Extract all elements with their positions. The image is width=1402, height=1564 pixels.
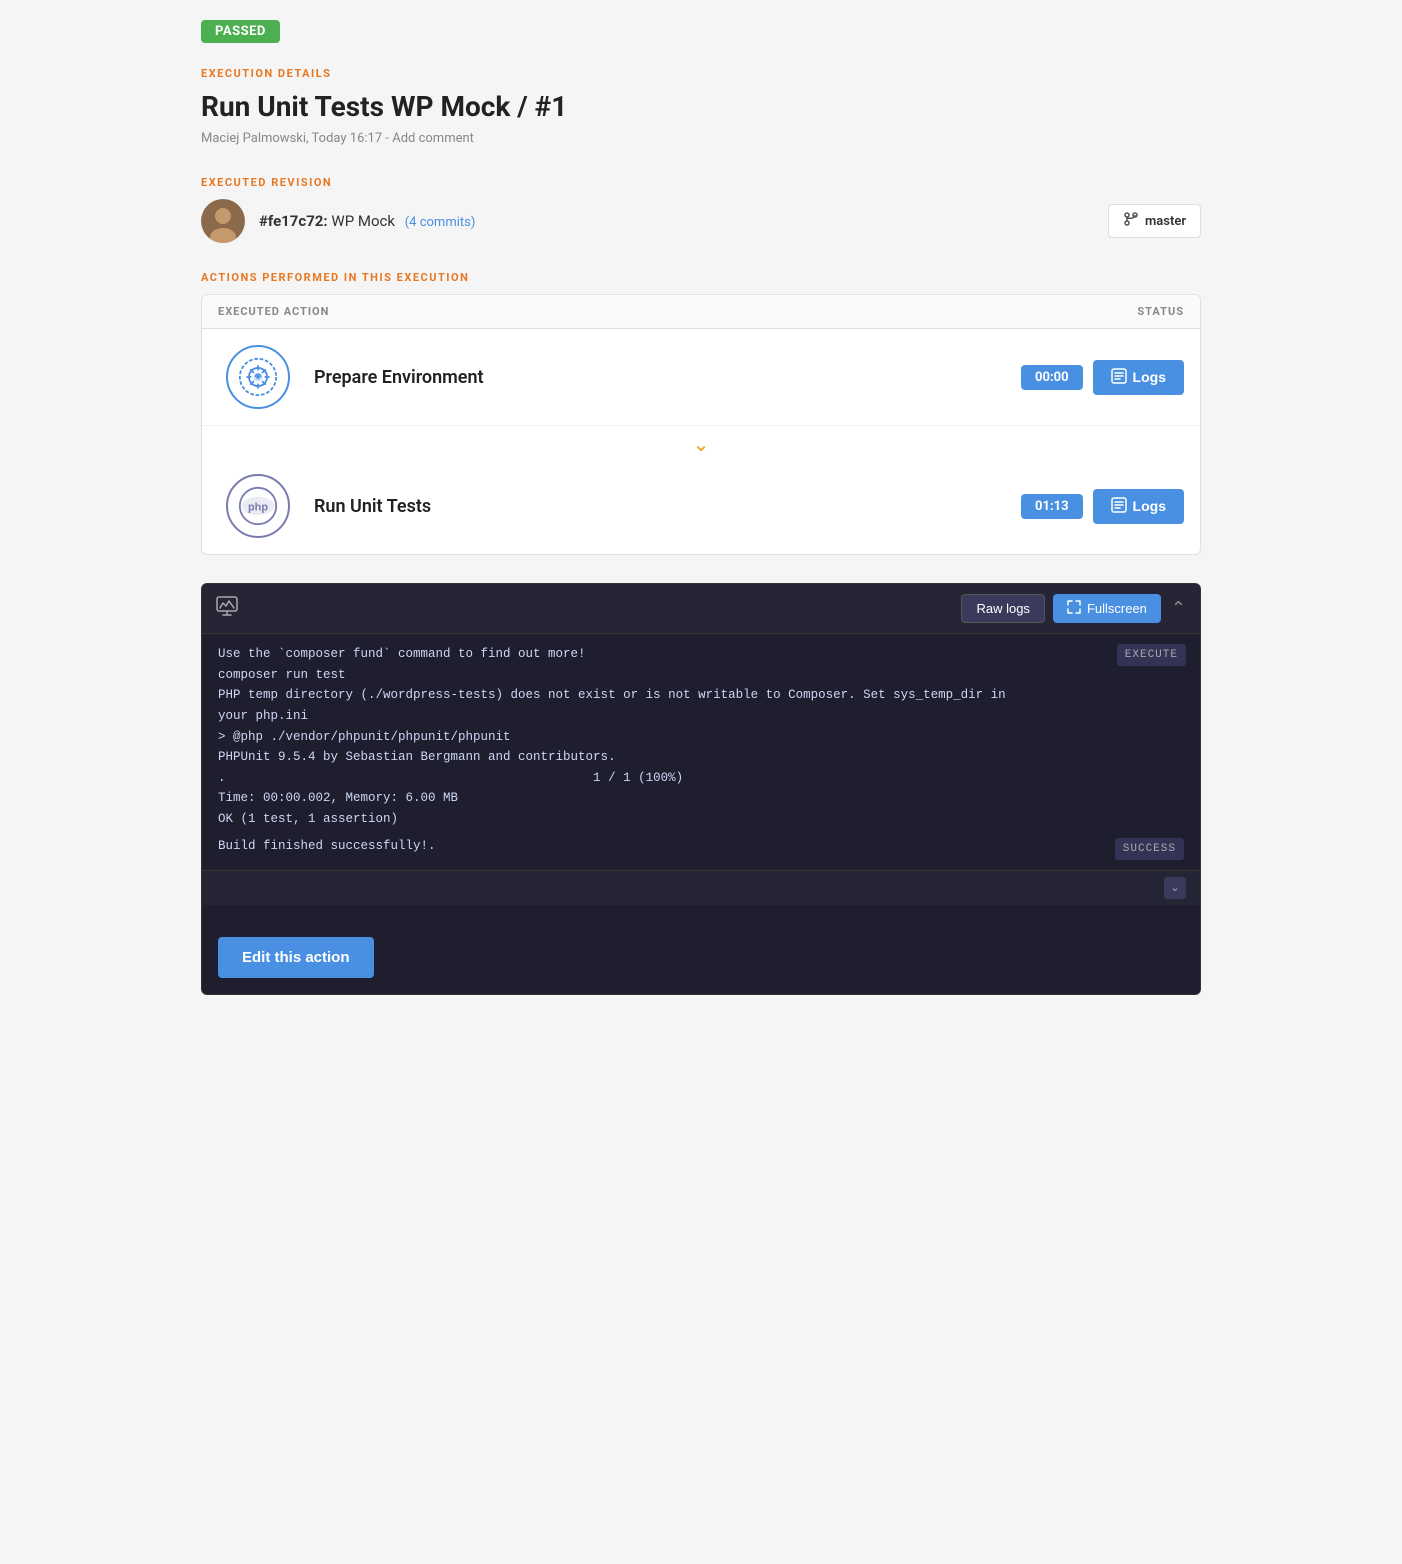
- logs-icon: [1111, 497, 1127, 516]
- revision-info: #fe17c72: WP Mock (4 commits): [259, 212, 1108, 230]
- log-body: EXECUTE Use the `composer fund` command …: [202, 634, 1200, 870]
- revision-name: WP Mock: [331, 212, 395, 230]
- logs-icon: [1111, 368, 1127, 387]
- action-icon-wrap: php: [218, 474, 298, 538]
- logs-button[interactable]: Logs: [1093, 360, 1184, 395]
- log-monitor-icon: [216, 595, 238, 622]
- fullscreen-icon: [1067, 600, 1081, 617]
- actions-label: ACTIONS PERFORMED IN THIS EXECUTION: [201, 271, 1201, 284]
- page-meta-author: Maciej Palmowski, Today 16:17: [201, 131, 382, 146]
- action-name: Run Unit Tests: [298, 496, 1021, 517]
- col-action-label: EXECUTED ACTION: [218, 305, 984, 318]
- log-line: PHP temp directory (./wordpress-tests) d…: [218, 688, 1006, 723]
- edit-action-button[interactable]: Edit this action: [218, 937, 374, 978]
- table-row: Prepare Environment 00:00 Logs: [202, 329, 1200, 426]
- log-panel-header: Raw logs Fullscreen ⌃: [202, 584, 1200, 634]
- add-comment-link[interactable]: Add comment: [392, 131, 474, 146]
- logs-btn-label: Logs: [1133, 369, 1166, 385]
- chevron-down-icon: ⌄: [693, 434, 710, 454]
- log-line: Use the `composer fund` command to find …: [218, 647, 586, 661]
- time-badge: 01:13: [1021, 494, 1083, 519]
- fullscreen-button[interactable]: Fullscreen: [1053, 594, 1161, 623]
- execute-tag: EXECUTE: [1117, 644, 1186, 666]
- log-line: PHPUnit 9.5.4 by Sebastian Bergmann and …: [218, 750, 616, 764]
- page-title: Run Unit Tests WP Mock / #1: [201, 90, 1201, 123]
- log-bottom-bar: ⌄: [202, 870, 1200, 905]
- log-line: Time: 00:00.002, Memory: 6.00 MB: [218, 791, 458, 805]
- branch-badge: master: [1108, 204, 1201, 238]
- log-line: Build finished successfully!.: [218, 836, 436, 857]
- branch-label: master: [1145, 214, 1186, 229]
- fullscreen-label: Fullscreen: [1087, 601, 1147, 616]
- svg-text:php: php: [248, 502, 268, 514]
- action-status-wrap: 00:00 Logs: [1021, 360, 1184, 395]
- action-name: Prepare Environment: [298, 367, 1021, 388]
- time-badge: 00:00: [1021, 365, 1083, 390]
- log-panel: Raw logs Fullscreen ⌃ EXECUTE Use the `c…: [201, 583, 1201, 995]
- log-line: . 1 / 1 (100%): [218, 771, 683, 785]
- action-status-wrap: 01:13 Logs: [1021, 489, 1184, 524]
- actions-table-header: EXECUTED ACTION STATUS: [202, 295, 1200, 329]
- scroll-down-btn[interactable]: ⌄: [1164, 877, 1186, 899]
- logs-btn-label: Logs: [1133, 498, 1166, 514]
- action-icon-wrap: [218, 345, 298, 409]
- chevron-divider: ⌄: [202, 426, 1200, 458]
- logs-button[interactable]: Logs: [1093, 489, 1184, 524]
- revision-hash: #fe17c72:: [259, 212, 328, 230]
- edit-action-section: Edit this action: [202, 905, 1200, 994]
- table-row: php Run Unit Tests 01:13 Lo: [202, 458, 1200, 554]
- executed-revision-label: EXECUTED REVISION: [201, 176, 1201, 189]
- execution-details-label: EXECUTION DETAILS: [201, 67, 1201, 80]
- log-line: OK (1 test, 1 assertion): [218, 812, 398, 826]
- success-tag: SUCCESS: [1115, 838, 1184, 860]
- log-line: composer run test: [218, 668, 346, 682]
- scroll-up-btn[interactable]: ⌃: [1171, 598, 1186, 619]
- branch-icon: [1123, 211, 1139, 231]
- log-line: > @php ./vendor/phpunit/phpunit/phpunit: [218, 730, 511, 744]
- avatar: [201, 199, 245, 243]
- col-status-label: STATUS: [984, 305, 1184, 318]
- php-icon: php: [226, 474, 290, 538]
- actions-table: EXECUTED ACTION STATUS: [201, 294, 1201, 555]
- status-badge: PASSED: [201, 20, 280, 43]
- raw-logs-button[interactable]: Raw logs: [961, 594, 1044, 623]
- gear-icon: [226, 345, 290, 409]
- commits-label[interactable]: (4 commits): [405, 215, 476, 230]
